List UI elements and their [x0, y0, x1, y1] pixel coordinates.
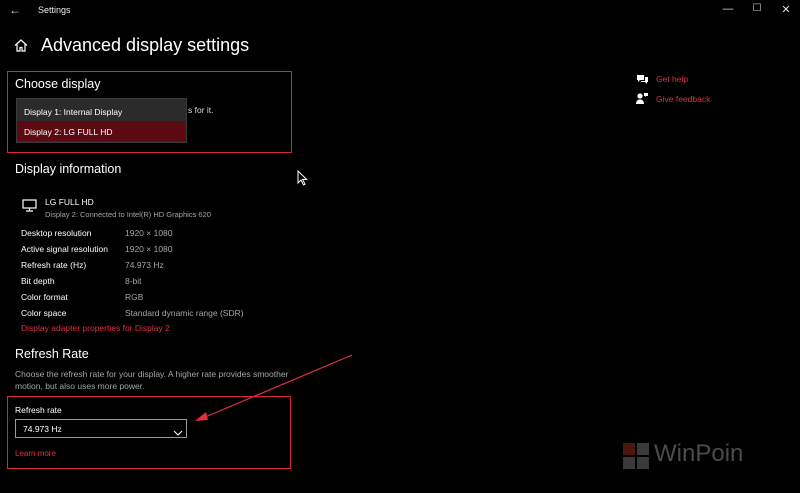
title-bar: ← Settings — ☐ ✕ — [0, 0, 800, 22]
refresh-rate-dropdown[interactable]: 74.973 Hz — [15, 419, 187, 438]
learn-more-link[interactable]: Learn more — [15, 449, 56, 458]
info-label: Refresh rate (Hz) — [21, 260, 87, 270]
refresh-rate-label: Refresh rate — [15, 405, 62, 415]
info-value: 8-bit — [125, 276, 142, 286]
refresh-rate-heading: Refresh Rate — [15, 347, 89, 361]
refresh-rate-value: 74.973 Hz — [23, 424, 62, 434]
info-row: Refresh rate (Hz) 74.973 Hz — [21, 260, 321, 274]
partially-hidden-text: s for it. — [188, 105, 214, 115]
home-icon[interactable] — [14, 39, 28, 57]
windows-logo-icon — [622, 442, 650, 475]
info-label: Color space — [21, 308, 67, 318]
info-value: Standard dynamic range (SDR) — [125, 308, 244, 318]
chevron-down-icon — [173, 424, 183, 442]
info-row: Desktop resolution 1920 × 1080 — [21, 228, 321, 242]
info-label: Color format — [21, 292, 68, 302]
get-help-link[interactable]: Get help — [656, 74, 688, 84]
give-feedback-link[interactable]: Give feedback — [656, 94, 710, 104]
monitor-connection: Display 2: Connected to Intel(R) HD Grap… — [45, 210, 211, 219]
mouse-cursor-icon — [297, 169, 308, 191]
info-row: Active signal resolution 1920 × 1080 — [21, 244, 321, 258]
display-option-1[interactable]: Display 1: Internal Display — [17, 101, 186, 121]
info-label: Bit depth — [21, 276, 55, 286]
display-information-heading: Display information — [15, 162, 122, 176]
monitor-icon — [22, 199, 37, 217]
maximize-button[interactable]: ☐ — [742, 3, 772, 14]
info-value: 1920 × 1080 — [125, 228, 173, 238]
chat-bubbles-icon — [636, 73, 649, 91]
info-value: RGB — [125, 292, 144, 302]
info-label: Active signal resolution — [21, 244, 108, 254]
back-button[interactable]: ← — [9, 3, 21, 17]
winpoin-watermark: WinPoin — [622, 440, 762, 472]
display-dropdown-menu: Display 1: Internal Display Display 2: L… — [16, 98, 187, 143]
window-title: Settings — [38, 5, 71, 15]
minimize-button[interactable]: — — [713, 3, 743, 15]
refresh-rate-description: Choose the refresh rate for your display… — [15, 369, 289, 391]
person-feedback-icon — [636, 92, 649, 110]
choose-display-heading: Choose display — [15, 77, 101, 91]
display-option-2[interactable]: Display 2: LG FULL HD — [17, 121, 186, 141]
monitor-name: LG FULL HD — [45, 197, 94, 207]
info-value: 74.973 Hz — [125, 260, 164, 270]
info-row: Bit depth 8-bit — [21, 276, 321, 290]
info-value: 1920 × 1080 — [125, 244, 173, 254]
close-button[interactable]: ✕ — [771, 3, 800, 16]
watermark-text: WinPoin — [654, 440, 744, 467]
info-row: Color space Standard dynamic range (SDR) — [21, 308, 321, 322]
page-title: Advanced display settings — [41, 35, 250, 55]
display-adapter-properties-link[interactable]: Display adapter properties for Display 2 — [21, 323, 170, 333]
info-row: Color format RGB — [21, 292, 321, 306]
info-label: Desktop resolution — [21, 228, 92, 238]
